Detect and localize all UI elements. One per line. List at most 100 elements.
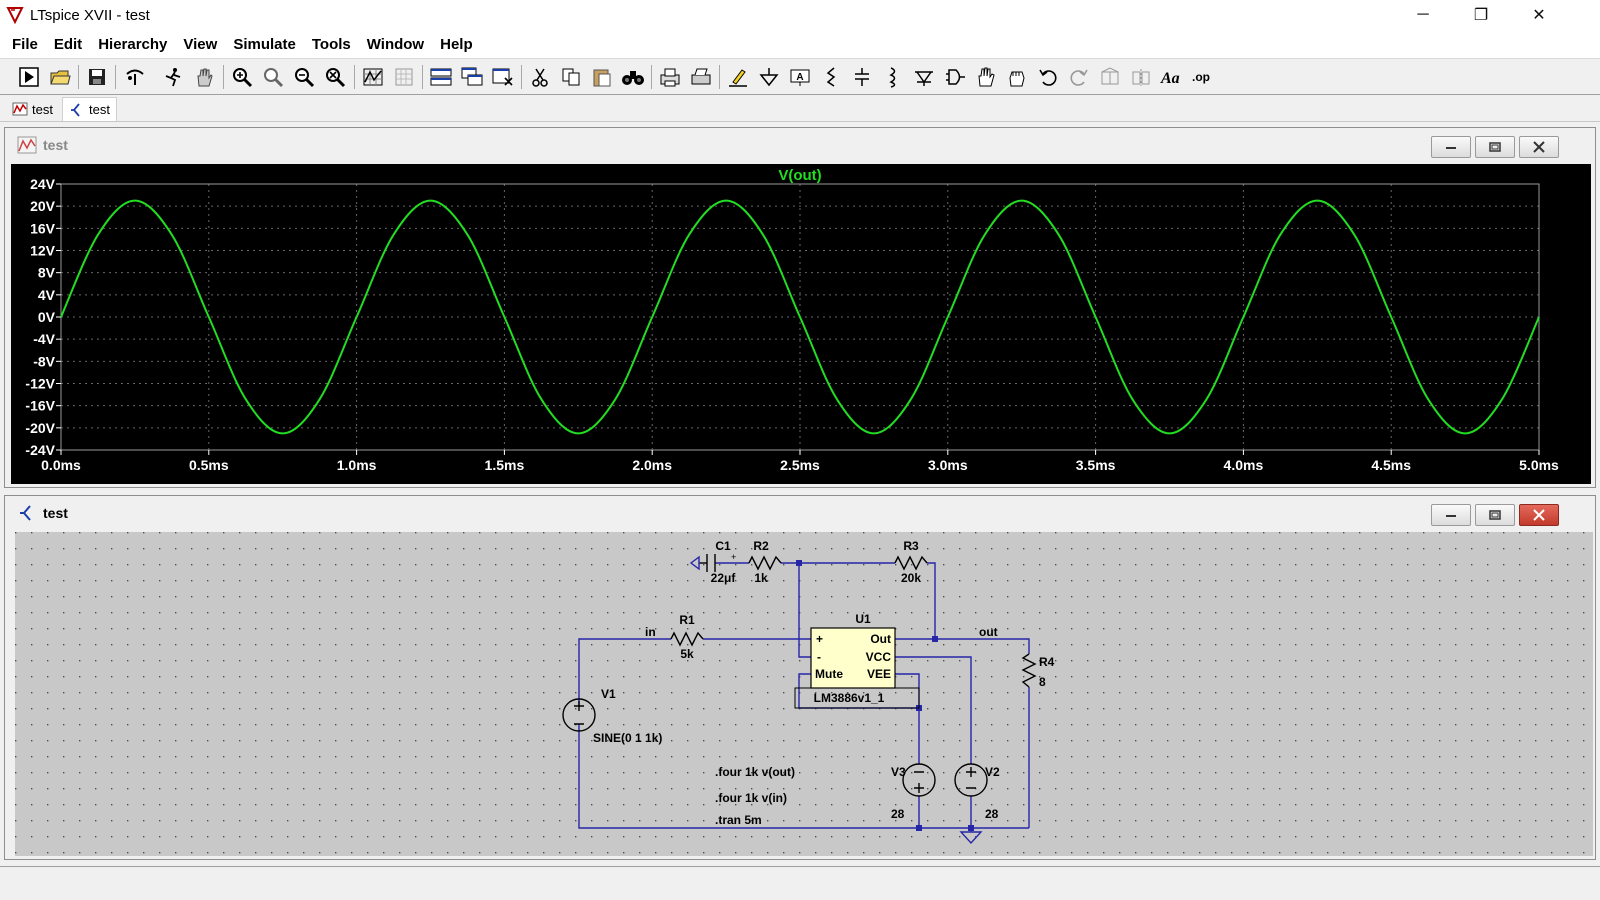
u1-pin-minus: - [817,650,821,664]
zoom-full-button[interactable] [260,64,286,90]
spice-directive-button[interactable]: .op [1190,64,1216,90]
cascade-button[interactable] [459,64,485,90]
schematic-window: test C1 22μf + R2 1k R3 20k R1 5k R4 8 i… [4,495,1596,860]
y-tick-label: 16V [30,220,56,236]
waveform-minimize-button[interactable] [1431,136,1471,158]
x-tick-label: 0.5ms [189,457,229,473]
r3-name: R3 [903,539,919,553]
menu-help[interactable]: Help [432,36,481,53]
spice-directive[interactable]: .four 1k v(in) [715,791,787,805]
label-net-button[interactable]: A [787,64,813,90]
text-icon: Aa [1160,70,1180,87]
u1-pin-vee: VEE [867,667,891,681]
save-button[interactable] [84,64,110,90]
waveform-icon [17,136,37,154]
draw-wire-button[interactable] [725,64,751,90]
x-tick-label: 5.0ms [1519,457,1559,473]
schematic-close-button[interactable] [1519,504,1559,526]
move-button[interactable] [973,64,999,90]
ground-button[interactable] [756,64,782,90]
paste-button[interactable] [589,64,615,90]
menu-file[interactable]: File [4,36,46,53]
resistor-button[interactable] [818,64,844,90]
menu-bar: File Edit Hierarchy View Simulate Tools … [0,30,1600,58]
copy-button[interactable] [558,64,584,90]
drag-button[interactable] [1004,64,1030,90]
waveform-maximize-button[interactable] [1475,136,1515,158]
u1-pin-plus: + [816,632,823,646]
text-button[interactable]: Aa [1159,64,1185,90]
title-bar: LTspice XVII - test ─ ❐ ✕ [0,0,1600,30]
capacitor-button[interactable] [849,64,875,90]
tab-schematic[interactable]: test [62,97,117,121]
menu-view[interactable]: View [175,36,225,53]
print-setup-button[interactable] [688,64,714,90]
pan-button[interactable] [191,64,217,90]
open-button[interactable] [47,64,73,90]
y-tick-label: -16V [25,398,55,414]
restore-icon: ❐ [1473,7,1489,24]
waveform-chart: 24V 20V 16V 12V 8V 4V 0V -4V -8V -12V -16V -20V -24V… [25,167,1559,473]
x-tick-label: 3.5ms [1076,457,1116,473]
cut-icon [532,68,548,87]
menu-hierarchy[interactable]: Hierarchy [90,36,175,53]
x-tick-label: 4.5ms [1371,457,1411,473]
r4-value: 8 [1039,675,1046,689]
find-button[interactable] [620,64,646,90]
schematic-canvas[interactable]: C1 22μf + R2 1k R3 20k R1 5k R4 8 in out… [15,532,1593,856]
component-button[interactable] [942,64,968,90]
mirror-button[interactable] [1128,64,1154,90]
diode-button[interactable] [911,64,937,90]
control-panel-button[interactable] [122,64,148,90]
menu-window[interactable]: Window [359,36,432,53]
redo-button[interactable] [1066,64,1092,90]
zoom-in-button[interactable] [229,64,255,90]
document-tabs: test test [0,96,1600,122]
r3-value: 20k [901,571,921,585]
run-button[interactable] [16,64,42,90]
close-all-button[interactable] [490,64,516,90]
minimize-icon: ─ [1417,6,1429,23]
y-tick-label: 12V [30,243,56,259]
control-panel-icon [126,69,144,85]
inductor-button[interactable] [880,64,906,90]
waveform-plot-pane[interactable]: 24V 20V 16V 12V 8V 4V 0V -4V -8V -12V -16V -20V -24V… [11,164,1591,484]
x-tick-label: 2.5ms [780,457,820,473]
open-folder-icon [50,70,71,85]
tile-horizontal-button[interactable] [428,64,454,90]
spice-directive[interactable]: .four 1k v(out) [715,765,795,779]
schematic-minimize-button[interactable] [1431,504,1471,526]
net-label-in: in [645,625,656,639]
y-tick-label: 8V [38,265,56,281]
y-tick-label: -4V [33,331,55,347]
menu-tools[interactable]: Tools [304,36,359,53]
restore-button[interactable]: ❐ [1458,0,1504,30]
menu-edit[interactable]: Edit [46,36,90,53]
halt-button[interactable] [160,64,186,90]
v2-value: 28 [985,807,999,821]
grid-icon [395,68,413,86]
y-tick-label: -20V [25,420,55,436]
close-icon [1533,141,1545,153]
tab-waveform[interactable]: test [6,97,59,121]
waveform-window: test 24V 20V 16V 12V 8V 4V 0V -4V -8V -12V -16V -20… [4,127,1596,488]
mirror-icon [1132,69,1150,86]
menu-simulate[interactable]: Simulate [225,36,304,53]
rotate-button[interactable] [1097,64,1123,90]
zoom-cancel-button[interactable] [322,64,348,90]
spice-directive[interactable]: .tran 5m [715,813,762,827]
grid-button[interactable] [391,64,417,90]
u1-pin-mute: Mute [815,667,843,681]
zoom-out-button[interactable] [291,64,317,90]
minimize-button[interactable]: ─ [1400,0,1446,30]
u1-model: LM3886v1_1 [814,691,885,705]
close-button[interactable]: ✕ [1516,0,1562,30]
cut-button[interactable] [527,64,553,90]
print-button[interactable] [657,64,683,90]
schematic-maximize-button[interactable] [1475,504,1515,526]
undo-button[interactable] [1035,64,1061,90]
c1-name: C1 [715,539,731,553]
waveform-close-button[interactable] [1519,136,1559,158]
y-tick-label: 0V [38,309,56,325]
autorange-button[interactable] [360,64,386,90]
